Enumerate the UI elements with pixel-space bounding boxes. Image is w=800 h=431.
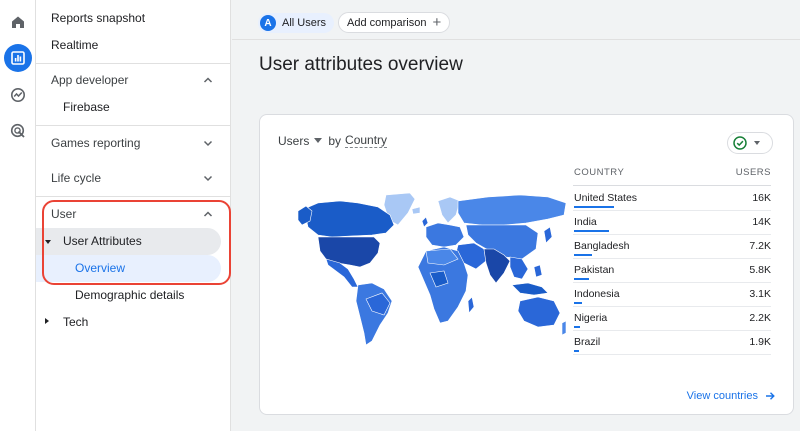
add-comparison-label: Add comparison [347,16,427,29]
metric-selector: Users by Country [278,133,388,148]
chevron-down-icon [203,175,213,182]
table-row[interactable]: Brazil 1.9K [573,331,771,355]
nav-realtime[interactable]: Realtime [51,38,98,52]
users-count: 5.8K [749,264,771,276]
section-label: Life cycle [51,171,102,185]
nav-firebase[interactable]: Firebase [63,100,110,114]
table-row[interactable]: Nigeria 2.2K [573,307,771,331]
country-name: Indonesia [574,288,620,300]
table-header-divider [573,185,771,186]
icon-rail [0,0,36,431]
chevron-up-icon [203,77,213,83]
section-label: App developer [51,73,129,87]
share-bar [574,254,592,256]
nav-tech[interactable]: Tech [63,315,88,329]
section-label: Games reporting [51,136,141,150]
country-name: India [574,216,597,228]
comparison-bar: A All Users Add comparison + [232,0,800,40]
chevron-down-icon [203,140,213,147]
audience-avatar: A [260,15,276,31]
table-row[interactable]: Indonesia 3.1K [573,283,771,307]
users-count: 14K [752,216,771,228]
table-row[interactable]: India 14K [573,211,771,235]
add-comparison-button[interactable]: Add comparison + [338,12,451,33]
view-countries-link[interactable]: View countries [687,390,775,402]
view-countries-label: View countries [686,390,758,402]
country-name: Bangladesh [574,240,630,252]
share-bar [574,230,609,232]
metric-dropdown[interactable]: Users [278,134,309,148]
section-app-developer[interactable]: App developer [36,63,231,97]
arrow-right-icon [766,392,775,400]
country-name: United States [574,192,638,204]
users-count: 3.1K [749,288,771,300]
country-name: Pakistan [574,264,615,276]
by-label: by [328,133,342,148]
highlight-annotation [42,200,231,285]
country-name: Brazil [574,336,601,348]
audience-chip[interactable]: A All Users [258,13,335,33]
share-bar [574,206,614,208]
check-circle-icon [733,136,747,150]
nav-reports-snapshot[interactable]: Reports snapshot [51,11,145,25]
main-content: A All Users Add comparison + User attrib… [232,0,800,431]
table-row[interactable]: United States 16K [573,187,771,211]
world-map [298,193,567,346]
users-by-country-card: Users by Country COUNTRY USERS United St… [259,114,794,415]
explore-icon[interactable] [4,81,32,109]
nav-demographic-details[interactable]: Demographic details [75,288,184,302]
share-bar [574,326,580,328]
home-icon[interactable] [4,8,32,36]
dimension-selector[interactable]: Country [345,133,388,148]
chevron-down-icon [754,141,760,145]
advertising-icon[interactable] [4,117,32,145]
users-count: 2.2K [749,312,771,324]
plus-icon: + [432,14,442,31]
compare-status-chip[interactable] [727,132,773,154]
table-row[interactable]: Bangladesh 7.2K [573,235,771,259]
dropdown-arrow-icon[interactable] [314,138,323,143]
section-life-cycle[interactable]: Life cycle [36,161,231,195]
audience-label: All Users [282,17,327,29]
row-divider [573,354,771,355]
column-header-users: USERS [735,167,771,178]
caret-right-icon [45,318,49,324]
share-bar [574,302,582,304]
share-bar [574,350,579,352]
column-header-country: COUNTRY [574,167,625,178]
reports-icon[interactable] [4,44,32,72]
page-title: User attributes overview [259,54,463,75]
section-games-reporting[interactable]: Games reporting [36,126,231,160]
table-row[interactable]: Pakistan 5.8K [573,259,771,283]
users-count: 1.9K [749,336,771,348]
users-count: 16K [752,192,771,204]
users-count: 7.2K [749,240,771,252]
share-bar [574,278,589,280]
country-name: Nigeria [574,312,608,324]
